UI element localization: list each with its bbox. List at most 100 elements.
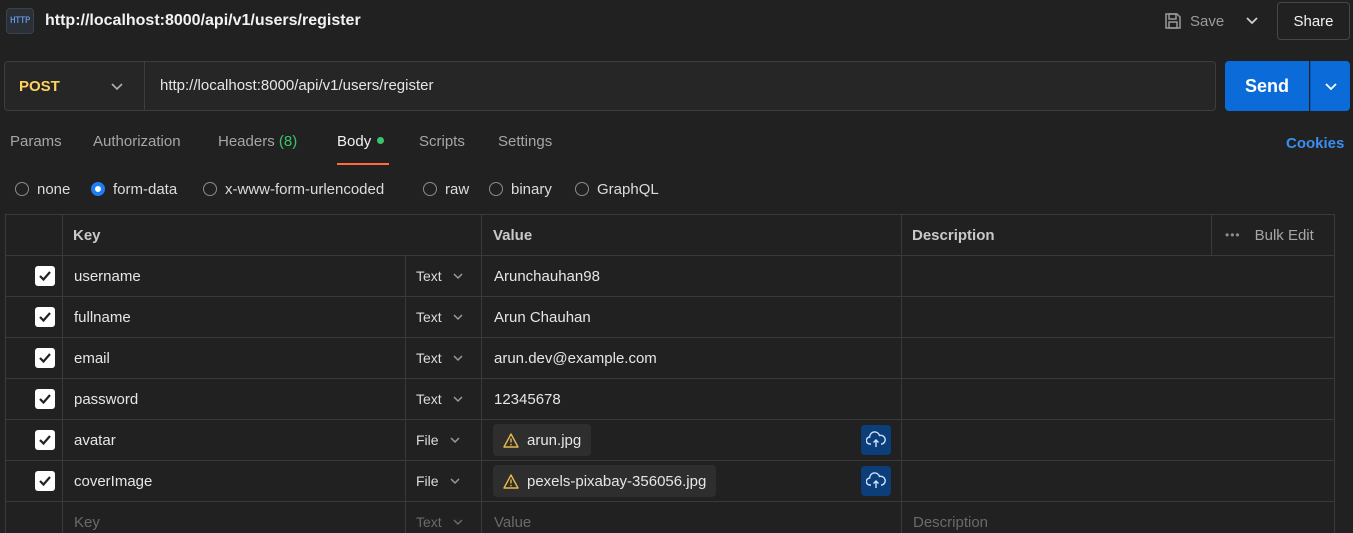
key-field[interactable]: avatar <box>74 420 116 460</box>
method-chevron-icon[interactable] <box>109 78 125 94</box>
value-field[interactable]: 12345678 <box>494 379 561 419</box>
value-field: pexels-pixabay-356056.jpg <box>493 461 717 501</box>
description-field[interactable] <box>912 297 1332 337</box>
chevron-down-icon <box>453 314 463 321</box>
tab-params[interactable]: Params <box>10 133 62 165</box>
table-row: avatar File arun.jpg <box>6 420 1334 461</box>
upload-file-button[interactable] <box>861 466 891 496</box>
http-request-icon: HTTP <box>6 8 34 34</box>
cookies-link[interactable]: Cookies <box>1286 135 1344 152</box>
radio-urlencoded[interactable]: x-www-form-urlencoded <box>203 178 384 200</box>
upload-file-button[interactable] <box>861 425 891 455</box>
bulk-edit-button[interactable]: ••• Bulk Edit <box>1225 215 1314 255</box>
description-field[interactable] <box>912 379 1332 419</box>
key-field[interactable]: fullname <box>74 297 131 337</box>
request-tabs: Params Authorization Headers (8) Body Sc… <box>0 133 1353 165</box>
checkmark-icon <box>39 476 51 487</box>
radio-label: none <box>37 180 71 198</box>
radio-circle-icon <box>575 182 589 196</box>
tab-scripts[interactable]: Scripts <box>419 133 465 165</box>
tab-authorization[interactable]: Authorization <box>93 133 181 165</box>
body-modified-dot-icon <box>377 136 385 144</box>
tab-headers[interactable]: Headers (8) <box>218 133 297 165</box>
request-title[interactable]: http://localhost:8000/api/v1/users/regis… <box>45 12 361 30</box>
table-header-row: Key Value Description ••• Bulk Edit <box>6 215 1334 256</box>
type-select[interactable]: File <box>416 420 461 460</box>
description-field[interactable] <box>912 256 1332 296</box>
type-label: Text <box>416 268 442 284</box>
tab-settings[interactable]: Settings <box>498 133 552 165</box>
type-select[interactable]: Text <box>416 256 464 296</box>
warning-icon <box>503 473 519 489</box>
table-row: username Text Arunchauhan98 <box>6 256 1334 297</box>
type-select[interactable]: Text <box>416 338 464 378</box>
description-field[interactable] <box>902 461 1332 501</box>
table-row: password Text 12345678 <box>6 379 1334 420</box>
type-select[interactable]: Text <box>416 297 464 337</box>
value-field: arun.jpg <box>493 420 592 460</box>
send-button[interactable]: Send <box>1225 61 1309 111</box>
save-icon <box>1165 13 1181 29</box>
chevron-down-icon <box>450 437 460 444</box>
radio-label: GraphQL <box>597 180 659 198</box>
radio-label: binary <box>511 180 552 198</box>
chevron-down-icon <box>1324 83 1337 91</box>
radio-label: x-www-form-urlencoded <box>225 180 385 198</box>
row-enabled-checkbox[interactable] <box>35 338 55 378</box>
radio-selected-icon <box>91 182 105 196</box>
radio-form-data[interactable]: form-data <box>91 178 177 200</box>
save-options-chevron-icon[interactable] <box>1244 12 1260 28</box>
chevron-down-icon <box>453 519 463 526</box>
row-enabled-checkbox[interactable] <box>35 461 55 501</box>
new-description-input[interactable]: Description <box>913 502 988 533</box>
file-chip[interactable]: arun.jpg <box>493 424 592 456</box>
table-row: email Text arun.dev@example.com <box>6 338 1334 379</box>
checkmark-icon <box>39 271 51 282</box>
key-field[interactable]: username <box>74 256 141 296</box>
row-enabled-checkbox[interactable] <box>35 379 55 419</box>
new-value-input[interactable]: Value <box>494 502 531 533</box>
chevron-down-icon <box>453 396 463 403</box>
type-label: Text <box>416 350 442 366</box>
url-bar: POST http://localhost:8000/api/v1/users/… <box>4 61 1216 111</box>
radio-graphql[interactable]: GraphQL <box>575 178 659 200</box>
row-enabled-checkbox[interactable] <box>35 297 55 337</box>
type-label: Text <box>416 309 442 325</box>
type-label: File <box>416 473 439 489</box>
share-button[interactable]: Share <box>1277 2 1350 40</box>
cloud-upload-icon <box>866 431 886 447</box>
radio-circle-icon <box>489 182 503 196</box>
key-field[interactable]: email <box>74 338 110 378</box>
description-field[interactable] <box>912 338 1332 378</box>
more-options-icon[interactable]: ••• <box>1225 228 1241 242</box>
type-select[interactable]: Text <box>416 379 464 419</box>
checkmark-icon <box>39 353 51 364</box>
body-type-selector: none form-data x-www-form-urlencoded raw… <box>0 178 800 200</box>
new-key-input[interactable]: Key <box>74 502 100 533</box>
key-field[interactable]: password <box>74 379 138 419</box>
type-label: Text <box>416 391 442 407</box>
value-field[interactable]: Arunchauhan98 <box>494 256 600 296</box>
send-options-button[interactable] <box>1310 61 1350 111</box>
save-button[interactable]: Save <box>1164 10 1224 32</box>
radio-label: raw <box>445 180 470 198</box>
value-column-header: Value <box>493 226 533 244</box>
table-row: fullname Text Arun Chauhan <box>6 297 1334 338</box>
radio-raw[interactable]: raw <box>423 178 469 200</box>
headers-count-badge: (8) <box>278 133 298 150</box>
table-row: coverImage File pexels-pixabay-356056.jp… <box>6 461 1334 502</box>
key-field[interactable]: coverImage <box>74 461 152 501</box>
description-field[interactable] <box>902 420 1332 460</box>
radio-none[interactable]: none <box>15 178 70 200</box>
type-select[interactable]: File <box>416 461 461 501</box>
value-field[interactable]: Arun Chauhan <box>494 297 591 337</box>
value-field[interactable]: arun.dev@example.com <box>494 338 657 378</box>
url-input[interactable]: http://localhost:8000/api/v1/users/regis… <box>160 77 434 94</box>
tab-body[interactable]: Body <box>337 133 389 165</box>
row-enabled-checkbox[interactable] <box>35 256 55 296</box>
radio-binary[interactable]: binary <box>489 178 552 200</box>
row-enabled-checkbox[interactable] <box>35 420 55 460</box>
file-chip[interactable]: pexels-pixabay-356056.jpg <box>493 465 717 497</box>
bulk-edit-label: Bulk Edit <box>1254 226 1314 244</box>
new-type-select[interactable]: Text <box>416 502 464 533</box>
